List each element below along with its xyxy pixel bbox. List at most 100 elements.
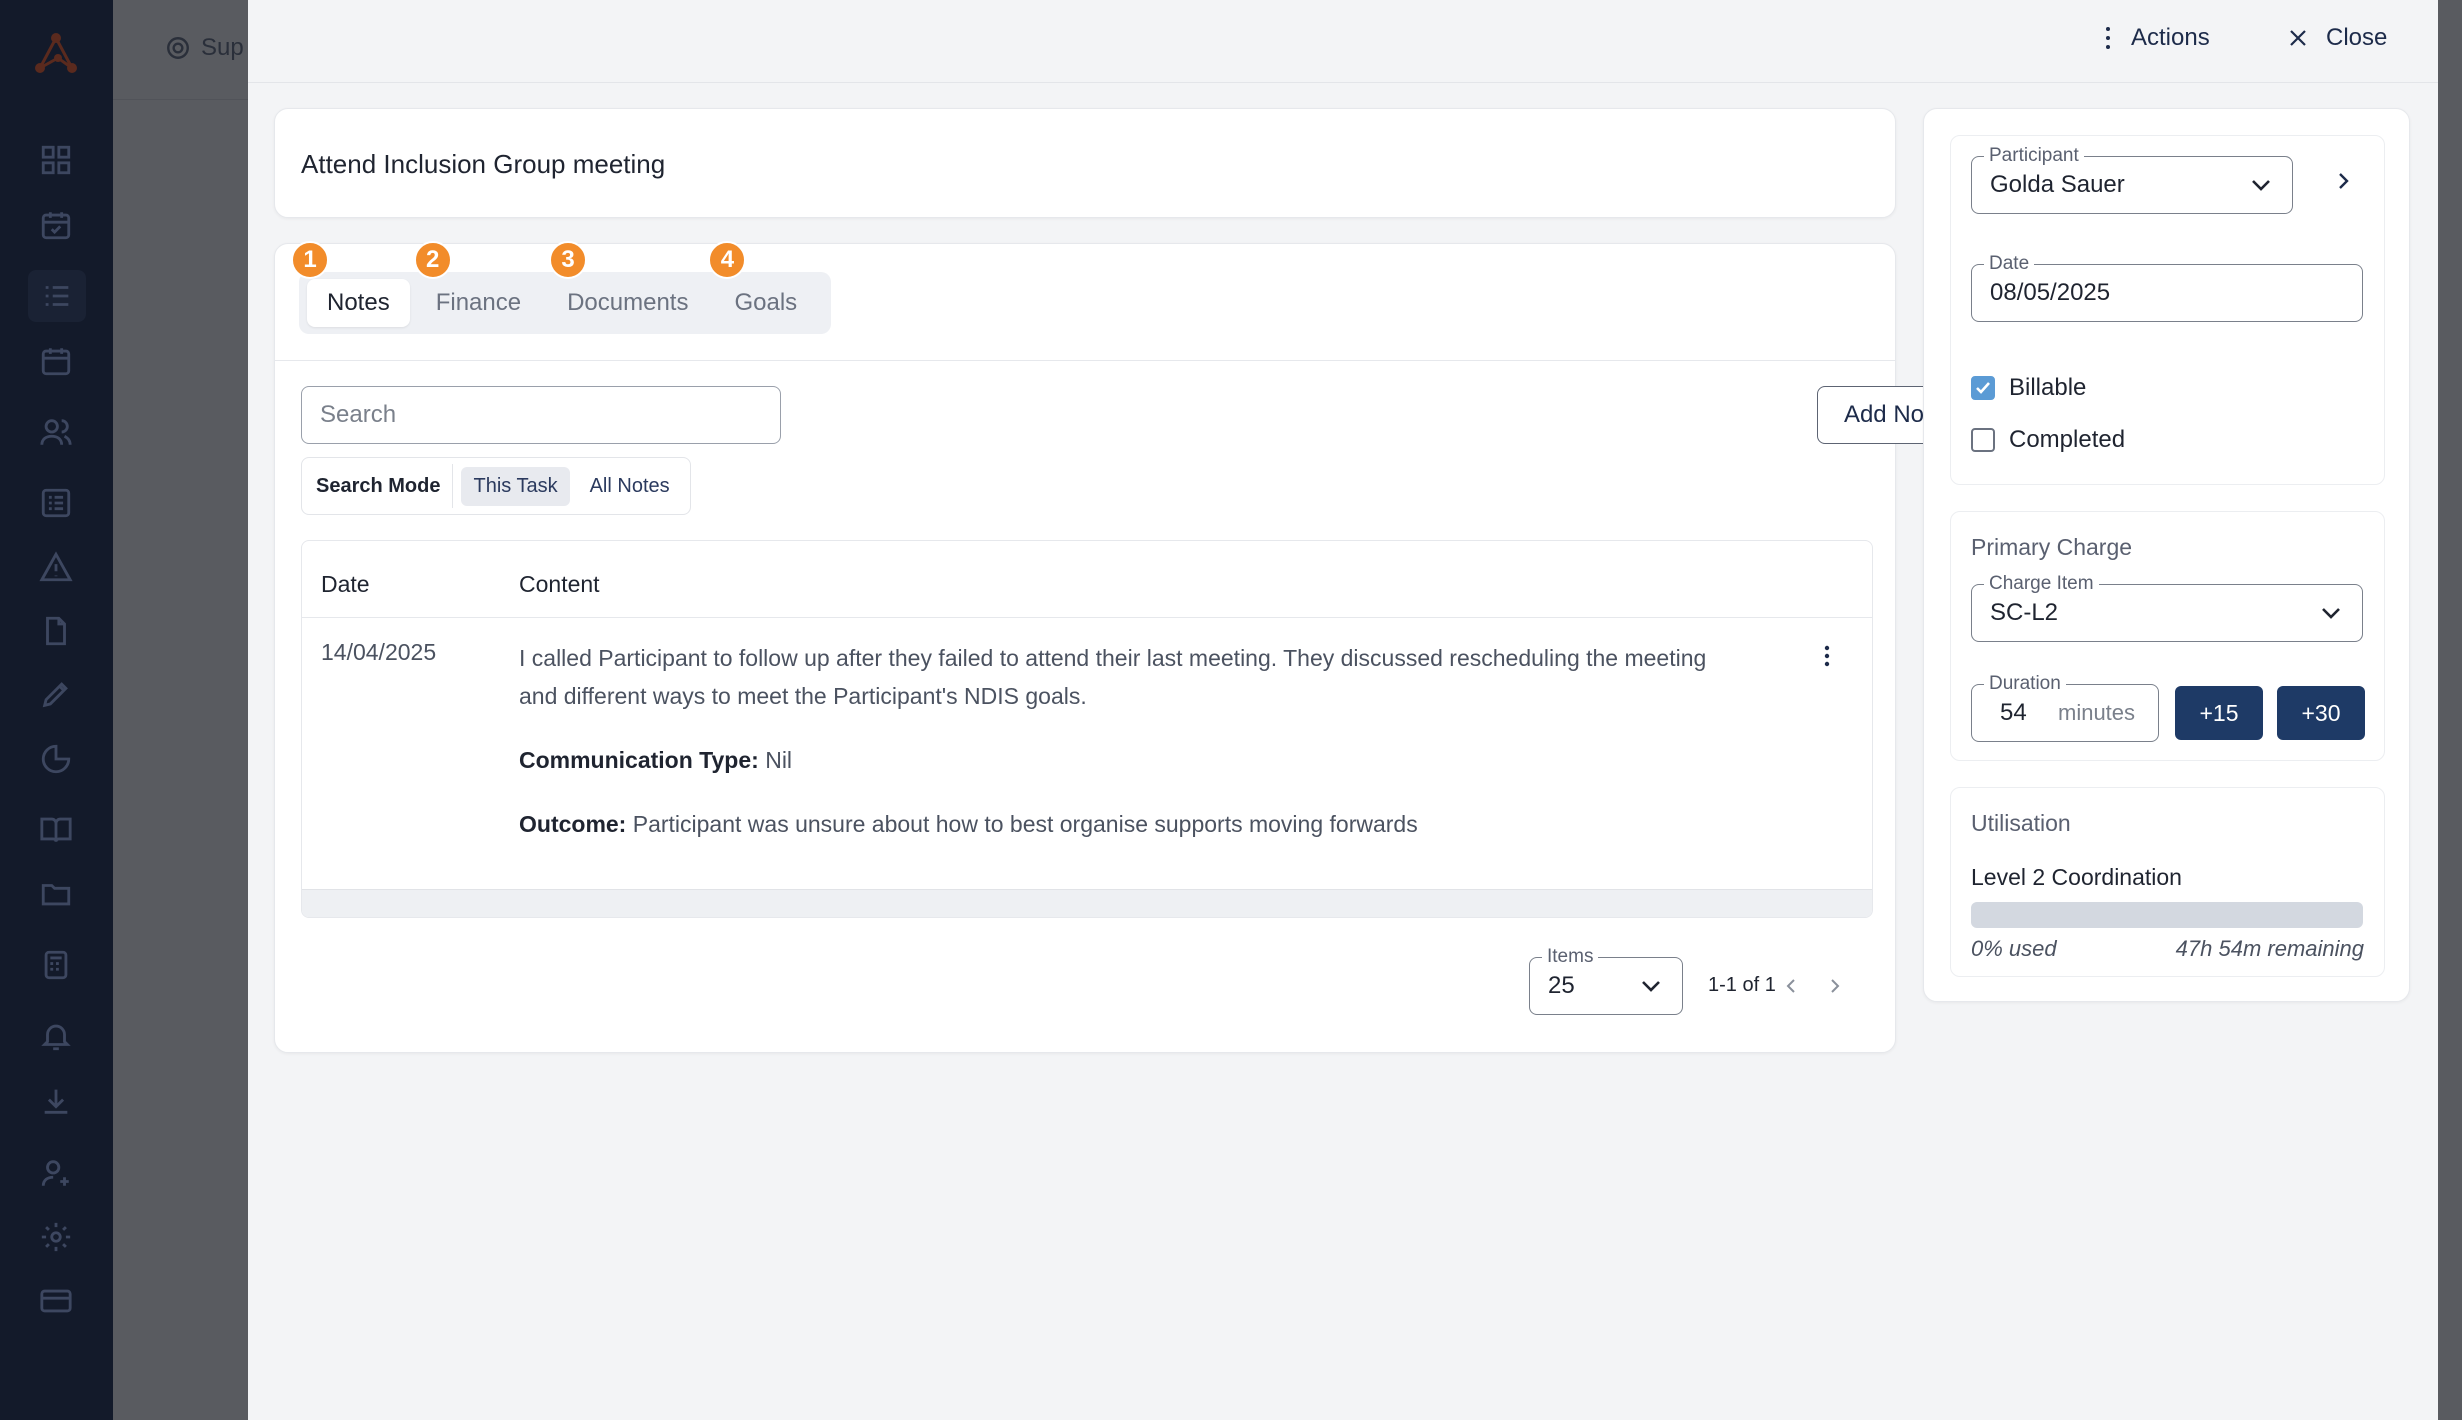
- open-participant-button[interactable]: [2336, 170, 2350, 197]
- checklist-icon: [41, 488, 71, 518]
- date-field[interactable]: Date 08/05/2025: [1971, 253, 2363, 322]
- date-label: Date: [1984, 253, 2035, 275]
- row-menu-button[interactable]: [1812, 641, 1842, 671]
- actions-label: Actions: [2131, 24, 2210, 51]
- close-button[interactable]: Close: [2288, 24, 2387, 52]
- bell-icon: [41, 1024, 71, 1051]
- nav-payments[interactable]: [35, 1280, 77, 1322]
- outcome-value: Participant was unsure about how to best…: [632, 811, 1418, 837]
- nav-dashboard[interactable]: [35, 139, 77, 181]
- items-label: Items: [1542, 946, 1599, 968]
- nav-incidents[interactable]: [35, 546, 77, 588]
- settings-icon: [41, 1222, 71, 1252]
- tab-documents[interactable]: 3 Documents: [547, 241, 708, 327]
- utilisation-used-text: 0% used: [1971, 936, 2057, 961]
- note-date: 14/04/2025: [321, 639, 437, 665]
- search-mode-this-task[interactable]: This Task: [461, 466, 570, 506]
- notes-search-input[interactable]: [301, 386, 781, 444]
- notes-table: Date Content 14/04/2025 I called Partici…: [301, 540, 1873, 918]
- chevron-left-icon: [1786, 979, 1795, 993]
- column-header-date[interactable]: Date: [321, 571, 370, 598]
- background-breadcrumb: Sup: [165, 34, 244, 62]
- add-15-minutes-button[interactable]: +15: [2175, 686, 2263, 740]
- actions-button[interactable]: Actions: [2103, 24, 2210, 52]
- tab-goals[interactable]: 4 Goals: [708, 241, 817, 327]
- tabs-divider: [275, 360, 1895, 361]
- warning-icon: [39, 551, 73, 582]
- outcome-label: Outcome:: [519, 811, 627, 837]
- nav-calendar[interactable]: [35, 340, 77, 382]
- more-vertical-icon: [1824, 645, 1830, 667]
- folder-icon: [41, 884, 71, 906]
- nav-people[interactable]: [35, 411, 77, 453]
- nav-tasks[interactable]: [35, 204, 77, 246]
- tab-label: Finance: [435, 289, 522, 316]
- list-icon: [45, 286, 69, 306]
- nav-documents[interactable]: [35, 610, 77, 652]
- chevron-right-icon: [2339, 173, 2349, 189]
- task-content-card: 1 Notes 2 Finance 3 Documents 4 Goals Ad…: [274, 241, 1971, 1053]
- participant-select[interactable]: Participant Golda Sauer: [1971, 145, 2293, 214]
- nav-files[interactable]: [35, 873, 77, 915]
- participant-value: Golda Sauer: [1990, 171, 2125, 198]
- next-page-button[interactable]: [1821, 972, 1849, 1000]
- nav-billing[interactable]: [35, 944, 77, 986]
- horizontal-scrollbar[interactable]: [302, 889, 1872, 917]
- items-per-page-select[interactable]: Items 25: [1529, 946, 1683, 1015]
- task-tabs: 1 Notes 2 Finance 3 Documents 4 Goals: [291, 241, 832, 334]
- note-outcome: Outcome: Participant was unsure about ho…: [519, 805, 1749, 843]
- column-header-content[interactable]: Content: [519, 571, 600, 598]
- task-drawer: Actions Close Attend Inclusion Group mee…: [248, 0, 2438, 1420]
- billable-label: Billable: [2009, 374, 2087, 401]
- nav-reports[interactable]: [35, 738, 77, 780]
- billable-checkbox[interactable]: Billable: [1971, 374, 2086, 402]
- logo-icon[interactable]: [28, 28, 84, 78]
- calculator-icon: [44, 950, 68, 980]
- charge-item-label: Charge Item: [1984, 573, 2099, 595]
- table-header-divider: [302, 617, 1872, 618]
- calendar-check-icon: [41, 212, 71, 240]
- chevron-down-icon: [2322, 608, 2340, 619]
- task-title-card: Attend Inclusion Group meeting: [274, 108, 1896, 218]
- note-communication-type: Communication Type: Nil: [519, 741, 1749, 779]
- search-mode-all-notes[interactable]: All Notes: [578, 467, 682, 506]
- book-icon: [40, 817, 72, 843]
- checkbox-checked[interactable]: [1971, 376, 1995, 400]
- primary-charge-title: Primary Charge: [1971, 534, 2133, 560]
- close-icon: [2290, 30, 2306, 46]
- previous-page-button[interactable]: [1777, 972, 1805, 1000]
- note-body: I called Participant to follow up after …: [519, 645, 1707, 709]
- nav-list[interactable]: [28, 270, 86, 322]
- search-mode-toggle: Search Mode This Task All Notes: [301, 457, 691, 515]
- calendar-icon: [41, 348, 71, 376]
- charge-item-select[interactable]: Charge Item SC-L2: [1971, 573, 2363, 642]
- chevron-down-icon: [1642, 981, 1660, 992]
- utilisation-section: Utilisation Level 2 Coordination 0% used…: [1950, 787, 2385, 977]
- tab-label: Goals: [734, 289, 798, 316]
- tab-finance[interactable]: 2 Finance: [413, 241, 541, 327]
- nav-sign[interactable]: [35, 673, 77, 715]
- tab-badge: 3: [549, 241, 588, 279]
- duration-unit: minutes: [2058, 700, 2136, 725]
- nav-downloads[interactable]: [35, 1080, 77, 1122]
- nav-user-settings[interactable]: [35, 1152, 77, 1194]
- communication-type-value: Nil: [765, 747, 793, 773]
- utilisation-progress-bar: [1971, 902, 2363, 928]
- task-details-panel: Participant Golda Sauer Date 08/05/2025 …: [1923, 108, 2410, 1002]
- checkbox-unchecked[interactable]: [1971, 428, 1995, 452]
- completed-checkbox[interactable]: Completed: [1971, 426, 2125, 454]
- tab-notes[interactable]: 1 Notes: [291, 241, 410, 327]
- nav-library[interactable]: [35, 808, 77, 850]
- items-value: 25: [1548, 972, 1575, 999]
- nav-settings[interactable]: [35, 1216, 77, 1258]
- add-30-minutes-button[interactable]: +30: [2277, 686, 2365, 740]
- duration-input[interactable]: Duration 54 minutes: [1971, 673, 2159, 742]
- duration-value: 54: [2000, 699, 2027, 726]
- support-icon: [167, 37, 189, 59]
- dashboard-icon: [41, 145, 71, 175]
- utilisation-remaining-text: 47h 54m remaining: [2175, 936, 2364, 961]
- nav-notifications[interactable]: [35, 1015, 77, 1057]
- close-label: Close: [2326, 24, 2388, 51]
- nav-checklist[interactable]: [35, 482, 77, 524]
- note-content: I called Participant to follow up after …: [519, 639, 1749, 869]
